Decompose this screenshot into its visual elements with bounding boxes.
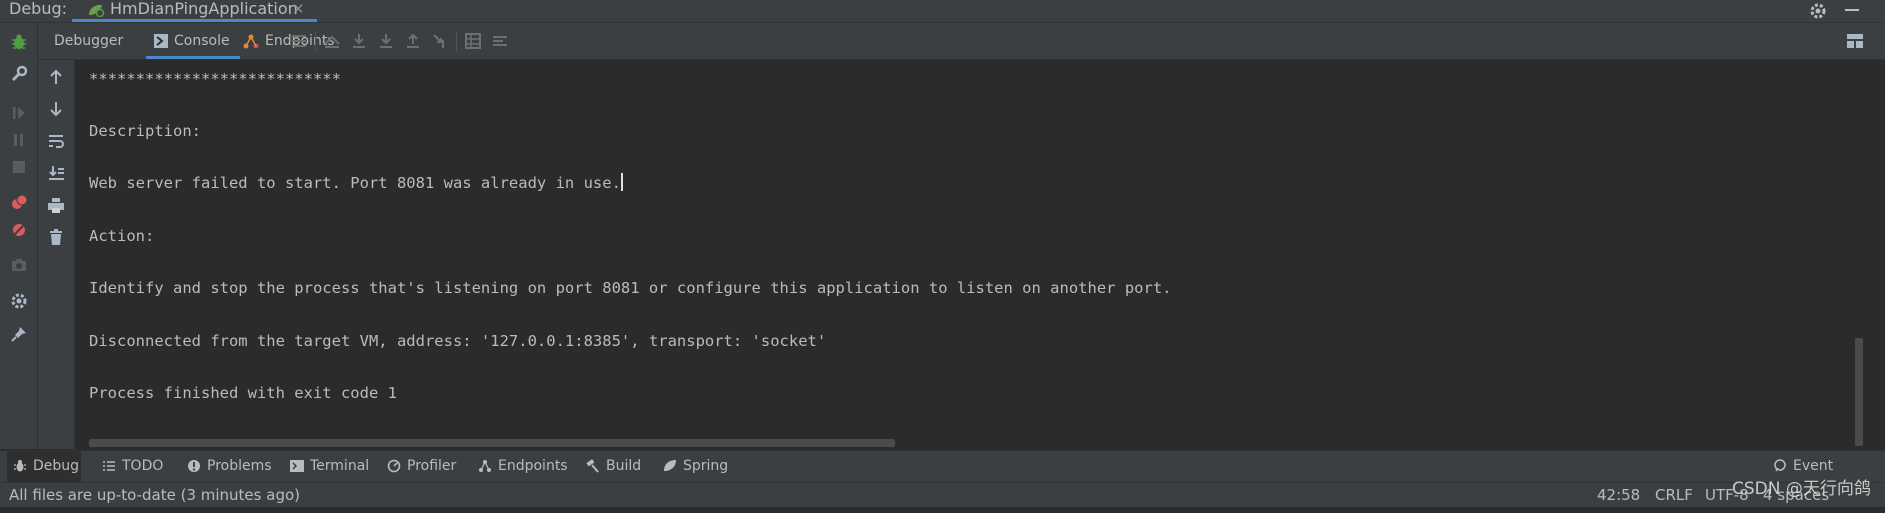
tab-build[interactable]: Build (580, 451, 644, 482)
console-line: Identify and stop the process that's lis… (89, 279, 1172, 297)
console-icon (154, 34, 168, 48)
up-arrow-icon[interactable] (47, 68, 65, 86)
step-over-icon[interactable] (350, 32, 368, 50)
debug-toolbar: Debugger Console Endpoints (38, 23, 1885, 60)
text-cursor (620, 173, 623, 191)
layout-icon[interactable] (1846, 32, 1864, 50)
vertical-scrollbar[interactable] (1855, 338, 1863, 446)
settings-icon[interactable] (9, 291, 29, 311)
down-arrow-icon[interactable] (47, 100, 65, 118)
step-out-icon[interactable] (404, 32, 422, 50)
run-to-cursor-icon[interactable] (431, 32, 449, 50)
console-line: *************************** (89, 70, 341, 88)
tool-window-bar: Debug TODO Problems Terminal Profiler En… (0, 450, 1885, 505)
tab-profiler-label: Profiler (407, 458, 457, 474)
bug-icon (14, 460, 26, 472)
close-icon[interactable]: ✕ (292, 0, 305, 18)
debug-bug-icon[interactable] (9, 32, 29, 52)
scroll-to-end-icon[interactable] (47, 164, 65, 182)
tab-debug-label: Debug (33, 458, 80, 474)
status-bar: All files are up-to-date (3 minutes ago)… (0, 482, 1885, 507)
tab-terminal-label: Terminal (310, 458, 370, 474)
endpoints-icon (479, 460, 491, 472)
step-into-icon[interactable] (377, 32, 395, 50)
show-execution-point-icon[interactable] (323, 32, 341, 50)
profiler-icon (387, 459, 401, 473)
mute-breakpoints-icon[interactable] (9, 220, 29, 240)
tab-debugger[interactable]: Debugger (54, 23, 123, 59)
tab-todo[interactable]: TODO (96, 451, 168, 482)
console-line-text: Web server failed to start. Port 8081 wa… (89, 174, 621, 192)
spring-leaf-icon (664, 460, 676, 471)
toolbar-separator (456, 31, 457, 51)
run-config-name: HmDianPingApplication (110, 0, 298, 18)
pin-icon[interactable] (9, 324, 29, 344)
debug-left-toolbar (0, 23, 38, 449)
console-line: Action: (89, 227, 155, 245)
view-breakpoints-icon[interactable] (9, 193, 29, 213)
console-line: Web server failed to start. Port 8081 wa… (89, 173, 623, 193)
console-line: Process finished with exit code 1 (89, 384, 397, 402)
debug-titlebar: Debug: HmDianPingApplication ✕ (0, 0, 1885, 23)
console-line: Disconnected from the target VM, address… (89, 332, 827, 350)
stop-icon[interactable] (9, 157, 29, 177)
toolbar-separator (315, 31, 316, 51)
tab-terminal[interactable]: Terminal (284, 451, 370, 482)
terminal-icon (290, 460, 304, 472)
info-icon (188, 460, 200, 472)
tab-debug[interactable]: Debug (7, 451, 81, 482)
tab-endpoints-bottom[interactable]: Endpoints (472, 451, 568, 482)
tab-spring[interactable]: Spring (657, 451, 731, 482)
line-separator[interactable]: CRLF (1655, 483, 1693, 507)
minimize-icon[interactable] (1845, 9, 1859, 11)
camera-icon[interactable] (9, 255, 29, 275)
endpoints-icon (243, 34, 259, 49)
spring-run-icon (89, 4, 105, 17)
horizontal-scrollbar[interactable] (89, 439, 895, 447)
menu-icon[interactable] (290, 32, 308, 50)
active-tab-indicator (72, 19, 317, 22)
print-icon[interactable] (47, 196, 65, 214)
event-log-icon (1774, 459, 1786, 472)
tab-spring-label: Spring (683, 458, 729, 474)
tab-problems-label: Problems (207, 458, 272, 474)
hammer-icon (586, 459, 599, 473)
pause-icon[interactable] (9, 130, 29, 150)
tab-console[interactable]: Console (146, 23, 240, 59)
clear-icon[interactable] (47, 228, 65, 246)
tab-profiler[interactable]: Profiler (381, 451, 461, 482)
console-toolbar (38, 60, 75, 449)
csdn-watermark: CSDN @天行向鸽 (1732, 479, 1871, 499)
evaluate-icon[interactable] (464, 32, 482, 50)
console-output[interactable]: *************************** Description:… (75, 60, 1867, 449)
console-line: Description: (89, 122, 201, 140)
run-config-tab[interactable]: HmDianPingApplication ✕ (72, 0, 317, 22)
gear-icon[interactable] (1809, 2, 1827, 20)
status-message: All files are up-to-date (3 minutes ago) (9, 486, 300, 504)
tab-endpoints[interactable]: Endpoints (243, 23, 335, 59)
tab-todo-label: TODO (122, 458, 164, 474)
trace-icon[interactable] (491, 32, 509, 50)
list-icon (103, 461, 115, 471)
tab-build-label: Build (606, 458, 642, 474)
debug-tool-title: Debug: (9, 0, 68, 18)
soft-wrap-icon[interactable] (47, 132, 65, 150)
tab-endpoints-bottom-label: Endpoints (498, 458, 568, 474)
wrench-icon[interactable] (9, 64, 29, 84)
tab-problems[interactable]: Problems (181, 451, 272, 482)
caret-position[interactable]: 42:58 (1597, 483, 1640, 507)
resume-icon[interactable] (9, 103, 29, 123)
tab-console-label: Console (174, 33, 230, 49)
